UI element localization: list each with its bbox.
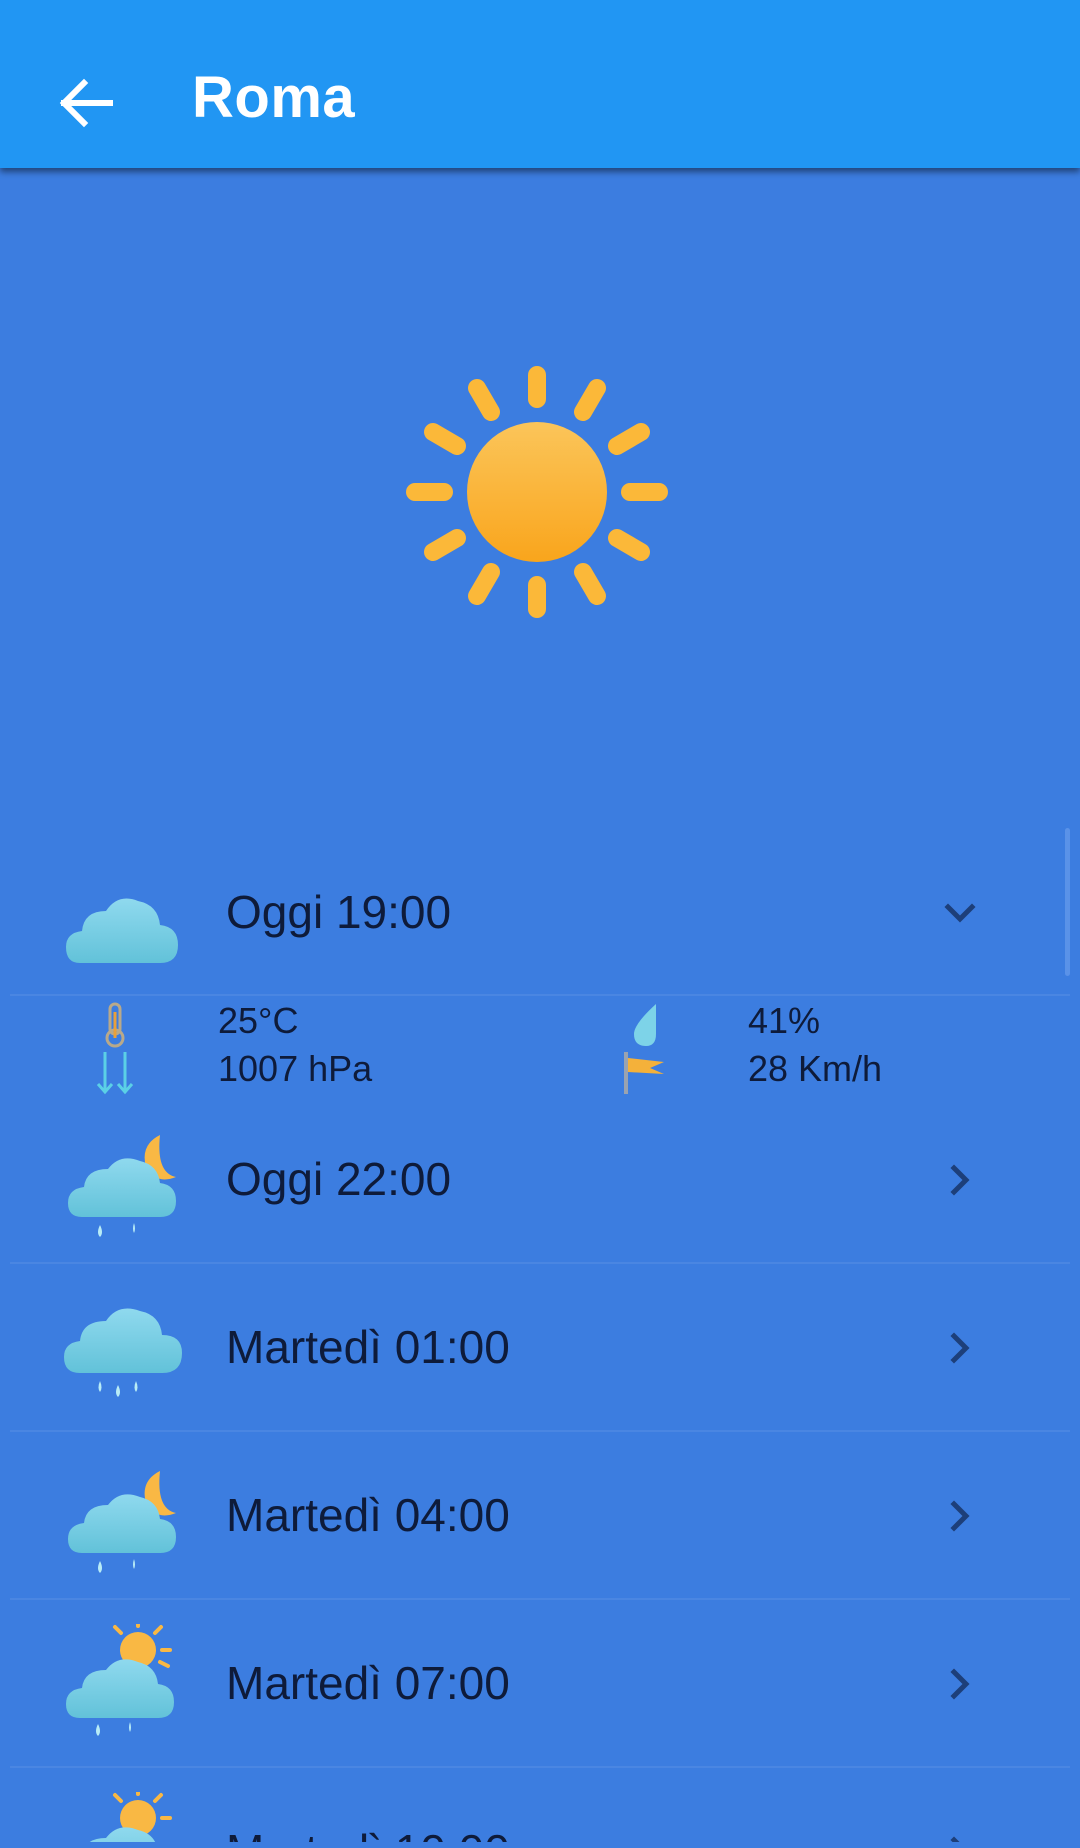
divider (10, 1430, 1070, 1432)
arrow-left-icon (59, 78, 113, 128)
app-bar: Roma (0, 0, 1080, 168)
humidity-value: 41% (748, 1000, 821, 1041)
chevron-right-icon[interactable] (930, 1486, 990, 1546)
forecast-row-3[interactable]: Martedì 04:00 (10, 1446, 1070, 1614)
cloud-sun-rain-icon (66, 1624, 174, 1736)
forecast-label: Martedì 01:00 (226, 1321, 510, 1373)
cloud-rain-icon (64, 1308, 182, 1397)
chevron-right-icon[interactable] (930, 1318, 990, 1378)
divider (10, 1598, 1070, 1600)
cloud-icon (66, 898, 178, 963)
back-button[interactable] (40, 58, 130, 148)
sun-icon (406, 366, 668, 618)
current-weather-icon (400, 362, 675, 622)
forecast-label: Martedì 04:00 (226, 1489, 510, 1541)
forecast-detail: 25°C 41% 1007 hPa 28 Km/h (0, 996, 1080, 1096)
pressure-arrows-icon (96, 1052, 134, 1095)
chevron-right-icon[interactable] (930, 1150, 990, 1210)
forecast-row-0[interactable]: Oggi 19:00 (10, 845, 1070, 1013)
forecast-label: Martedì 07:00 (226, 1657, 510, 1709)
forecast-row-4[interactable]: Martedì 07:00 (10, 1614, 1070, 1782)
chevron-right-icon[interactable] (930, 1654, 990, 1714)
humidity-drop-icon (634, 1004, 656, 1046)
pressure-value: 1007 hPa (218, 1048, 373, 1089)
divider (10, 1766, 1070, 1768)
forecast-label: Oggi 19:00 (226, 886, 452, 938)
cloud-sun-icon (89, 1792, 172, 1842)
divider (10, 1262, 1070, 1264)
forecast-row-2[interactable]: Martedì 01:00 (10, 1278, 1070, 1446)
page-title: Roma (192, 65, 356, 130)
forecast-row-1[interactable]: Oggi 22:00 (10, 1110, 1070, 1278)
cloud-moon-rain-icon (68, 1471, 176, 1573)
chevron-down-icon[interactable] (930, 883, 990, 943)
wind-value: 28 Km/h (748, 1048, 883, 1089)
thermometer-icon (105, 1002, 125, 1048)
wind-flag-icon (624, 1052, 664, 1094)
chevron-right-icon[interactable] (930, 1822, 990, 1842)
temperature-value: 25°C (218, 1000, 299, 1041)
forecast-label: Oggi 22:00 (226, 1153, 452, 1205)
forecast-row-5[interactable]: Martedì 10:00 (10, 1782, 1070, 1842)
forecast-label: Martedì 10:00 (226, 1824, 510, 1842)
cloud-moon-rain-icon (68, 1135, 176, 1237)
